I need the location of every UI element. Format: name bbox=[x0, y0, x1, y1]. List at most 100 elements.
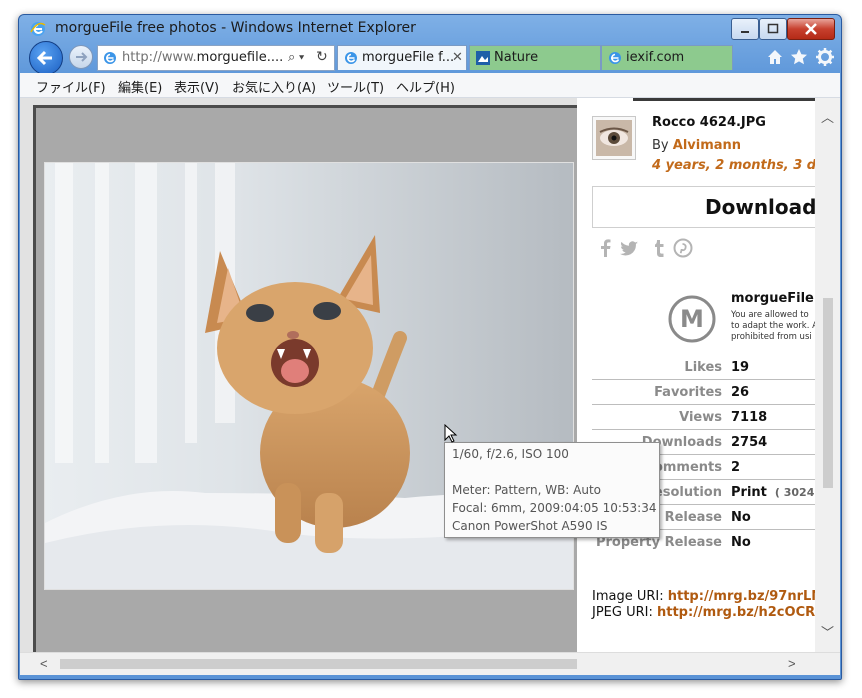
jpeg-uri-link[interactable]: http://mrg.bz/h2cOCR bbox=[657, 605, 815, 620]
license-line: You are allowed to bbox=[731, 310, 809, 320]
stat-value: 26 bbox=[731, 385, 750, 400]
title-bar: morgueFile free photos - Windows Interne… bbox=[19, 15, 841, 43]
photo-filename: Rocco 4624.JPG bbox=[652, 115, 766, 130]
tooltip-focal-date: Focal: 6mm, 2009:04:05 10:53:34 bbox=[452, 501, 657, 515]
scroll-right-icon[interactable]: > bbox=[788, 656, 796, 671]
eye-thumbnail-icon bbox=[596, 120, 632, 156]
home-icon[interactable] bbox=[765, 47, 785, 67]
license-line: to adapt the work. A bbox=[731, 321, 815, 331]
vertical-scroll-thumb[interactable] bbox=[823, 298, 833, 488]
page-content: Rocco 4624.JPG By Alvimann 4 years, 2 mo… bbox=[20, 98, 840, 652]
author-link[interactable]: Alvimann bbox=[673, 138, 741, 153]
tooltip-camera: Canon PowerShot A590 IS bbox=[452, 519, 608, 533]
twitter-icon[interactable] bbox=[619, 238, 639, 258]
license-text: You are allowed to to adapt the work. A … bbox=[731, 310, 815, 343]
jpeg-uri-row: JPEG URI: http://mrg.bz/h2cOCR bbox=[592, 605, 815, 621]
maximize-button[interactable] bbox=[759, 18, 787, 40]
window-title: morgueFile free photos - Windows Interne… bbox=[55, 20, 416, 36]
scroll-down-icon[interactable]: ﹀ bbox=[821, 622, 834, 641]
author-avatar[interactable] bbox=[592, 116, 636, 160]
forward-button[interactable] bbox=[69, 45, 93, 69]
url-prefix: http://www. bbox=[122, 50, 197, 65]
address-bar[interactable]: http://www.morguefile.... ⌕ ▾ ↻ bbox=[97, 45, 335, 71]
close-icon bbox=[805, 23, 817, 35]
star-icon[interactable] bbox=[789, 47, 809, 67]
tab-close-icon[interactable]: ✕ bbox=[452, 49, 463, 65]
stat-row-views: Views 7118 bbox=[592, 405, 815, 430]
image-uri-link[interactable]: http://mrg.bz/97nrLM bbox=[668, 589, 815, 604]
menu-favorites[interactable]: お気に入り(A) bbox=[232, 77, 316, 96]
resolution-extra: ( 3024 bbox=[774, 486, 815, 499]
menu-view[interactable]: 表示(V) bbox=[174, 77, 219, 96]
image-uri-row: Image URI: http://mrg.bz/97nrLM bbox=[592, 589, 815, 605]
stat-value: No bbox=[731, 535, 751, 550]
horizontal-scrollbar[interactable]: < > bbox=[20, 652, 840, 675]
gear-icon[interactable] bbox=[815, 47, 835, 67]
horizontal-scroll-thumb[interactable] bbox=[60, 659, 577, 669]
menu-tools[interactable]: ツール(T) bbox=[327, 77, 384, 96]
stat-label: Favorites bbox=[654, 385, 722, 400]
maximize-icon bbox=[767, 23, 779, 34]
ie-page-icon bbox=[345, 52, 357, 64]
minimize-icon bbox=[741, 31, 749, 33]
browser-window: morgueFile free photos - Windows Interne… bbox=[18, 14, 842, 680]
stat-value: Print ( 3024 bbox=[731, 485, 814, 500]
stat-value: No bbox=[731, 510, 751, 525]
ie-page-icon bbox=[104, 52, 116, 64]
photo-age: 4 years, 2 months, 3 day bbox=[652, 158, 815, 173]
stat-row-likes: Likes 19 bbox=[592, 355, 815, 380]
vertical-scrollbar[interactable]: ︿ ﹀ bbox=[815, 98, 840, 652]
divider bbox=[633, 98, 815, 101]
stat-label: Views bbox=[679, 410, 722, 425]
license-line: prohibited from usi bbox=[731, 332, 812, 342]
forward-arrow-icon bbox=[76, 52, 88, 62]
menu-file[interactable]: ファイル(F) bbox=[36, 77, 106, 96]
logo-letter: M bbox=[680, 305, 704, 333]
exif-tooltip: 1/60, f/2.6, ISO 100 Meter: Pattern, WB:… bbox=[444, 442, 660, 538]
back-button[interactable] bbox=[29, 41, 63, 75]
stat-value: 2754 bbox=[731, 435, 768, 450]
ie-logo-icon bbox=[30, 22, 46, 36]
minimize-button[interactable] bbox=[731, 18, 759, 40]
scroll-left-icon[interactable]: < bbox=[40, 656, 48, 671]
resolution-value: Print bbox=[731, 485, 767, 500]
download-label: Download bbox=[705, 195, 815, 219]
jpeg-uri-label: JPEG URI: bbox=[592, 605, 653, 620]
menu-edit[interactable]: 編集(E) bbox=[118, 77, 162, 96]
tumblr-icon[interactable] bbox=[649, 238, 669, 258]
back-arrow-icon bbox=[36, 50, 52, 66]
url-domain: morguefile.... bbox=[196, 50, 284, 65]
uri-block: Image URI: http://mrg.bz/97nrLM JPEG URI… bbox=[592, 589, 815, 621]
tab-label: iexif.com bbox=[626, 50, 685, 65]
photo-byline: By Alvimann bbox=[652, 138, 741, 153]
pinterest-icon[interactable] bbox=[673, 238, 693, 258]
site-favicon bbox=[476, 51, 490, 65]
search-dropdown-icon[interactable]: ⌕ ▾ bbox=[288, 49, 304, 65]
stat-label: Likes bbox=[684, 360, 722, 375]
tab-nature[interactable]: Nature bbox=[469, 45, 601, 70]
address-url[interactable]: http://www.morguefile.... bbox=[122, 50, 283, 65]
tooltip-meter: Meter: Pattern, WB: Auto bbox=[452, 483, 602, 497]
tab-label: Nature bbox=[494, 50, 539, 65]
refresh-icon[interactable]: ↻ bbox=[316, 48, 328, 65]
stat-value: 2 bbox=[731, 460, 741, 475]
license-title: morgueFile f bbox=[731, 291, 815, 306]
tab-label: morgueFile f... bbox=[362, 50, 455, 65]
tooltip-exposure: 1/60, f/2.6, ISO 100 bbox=[452, 447, 569, 461]
by-label: By bbox=[652, 138, 669, 153]
mouse-cursor-icon bbox=[444, 424, 458, 443]
ie-page-icon bbox=[609, 52, 621, 64]
tab-morguefile[interactable]: morgueFile f... ✕ bbox=[337, 45, 467, 70]
tab-iexif[interactable]: iexif.com bbox=[601, 45, 733, 70]
photo-details-panel: Rocco 4624.JPG By Alvimann 4 years, 2 mo… bbox=[577, 98, 815, 652]
close-button[interactable] bbox=[787, 18, 835, 40]
download-button[interactable]: Download bbox=[592, 186, 815, 228]
morguefile-logo-icon: M bbox=[668, 295, 716, 343]
stat-value: 7118 bbox=[731, 410, 768, 425]
menu-bar: ファイル(F) 編集(E) 表示(V) お気に入り(A) ツール(T) ヘルプ(… bbox=[20, 73, 840, 98]
stat-value: 19 bbox=[731, 360, 750, 375]
photo-viewer-panel bbox=[33, 105, 581, 652]
facebook-icon[interactable] bbox=[596, 238, 616, 258]
menu-help[interactable]: ヘルプ(H) bbox=[396, 77, 455, 96]
scroll-up-icon[interactable]: ︿ bbox=[821, 107, 834, 126]
